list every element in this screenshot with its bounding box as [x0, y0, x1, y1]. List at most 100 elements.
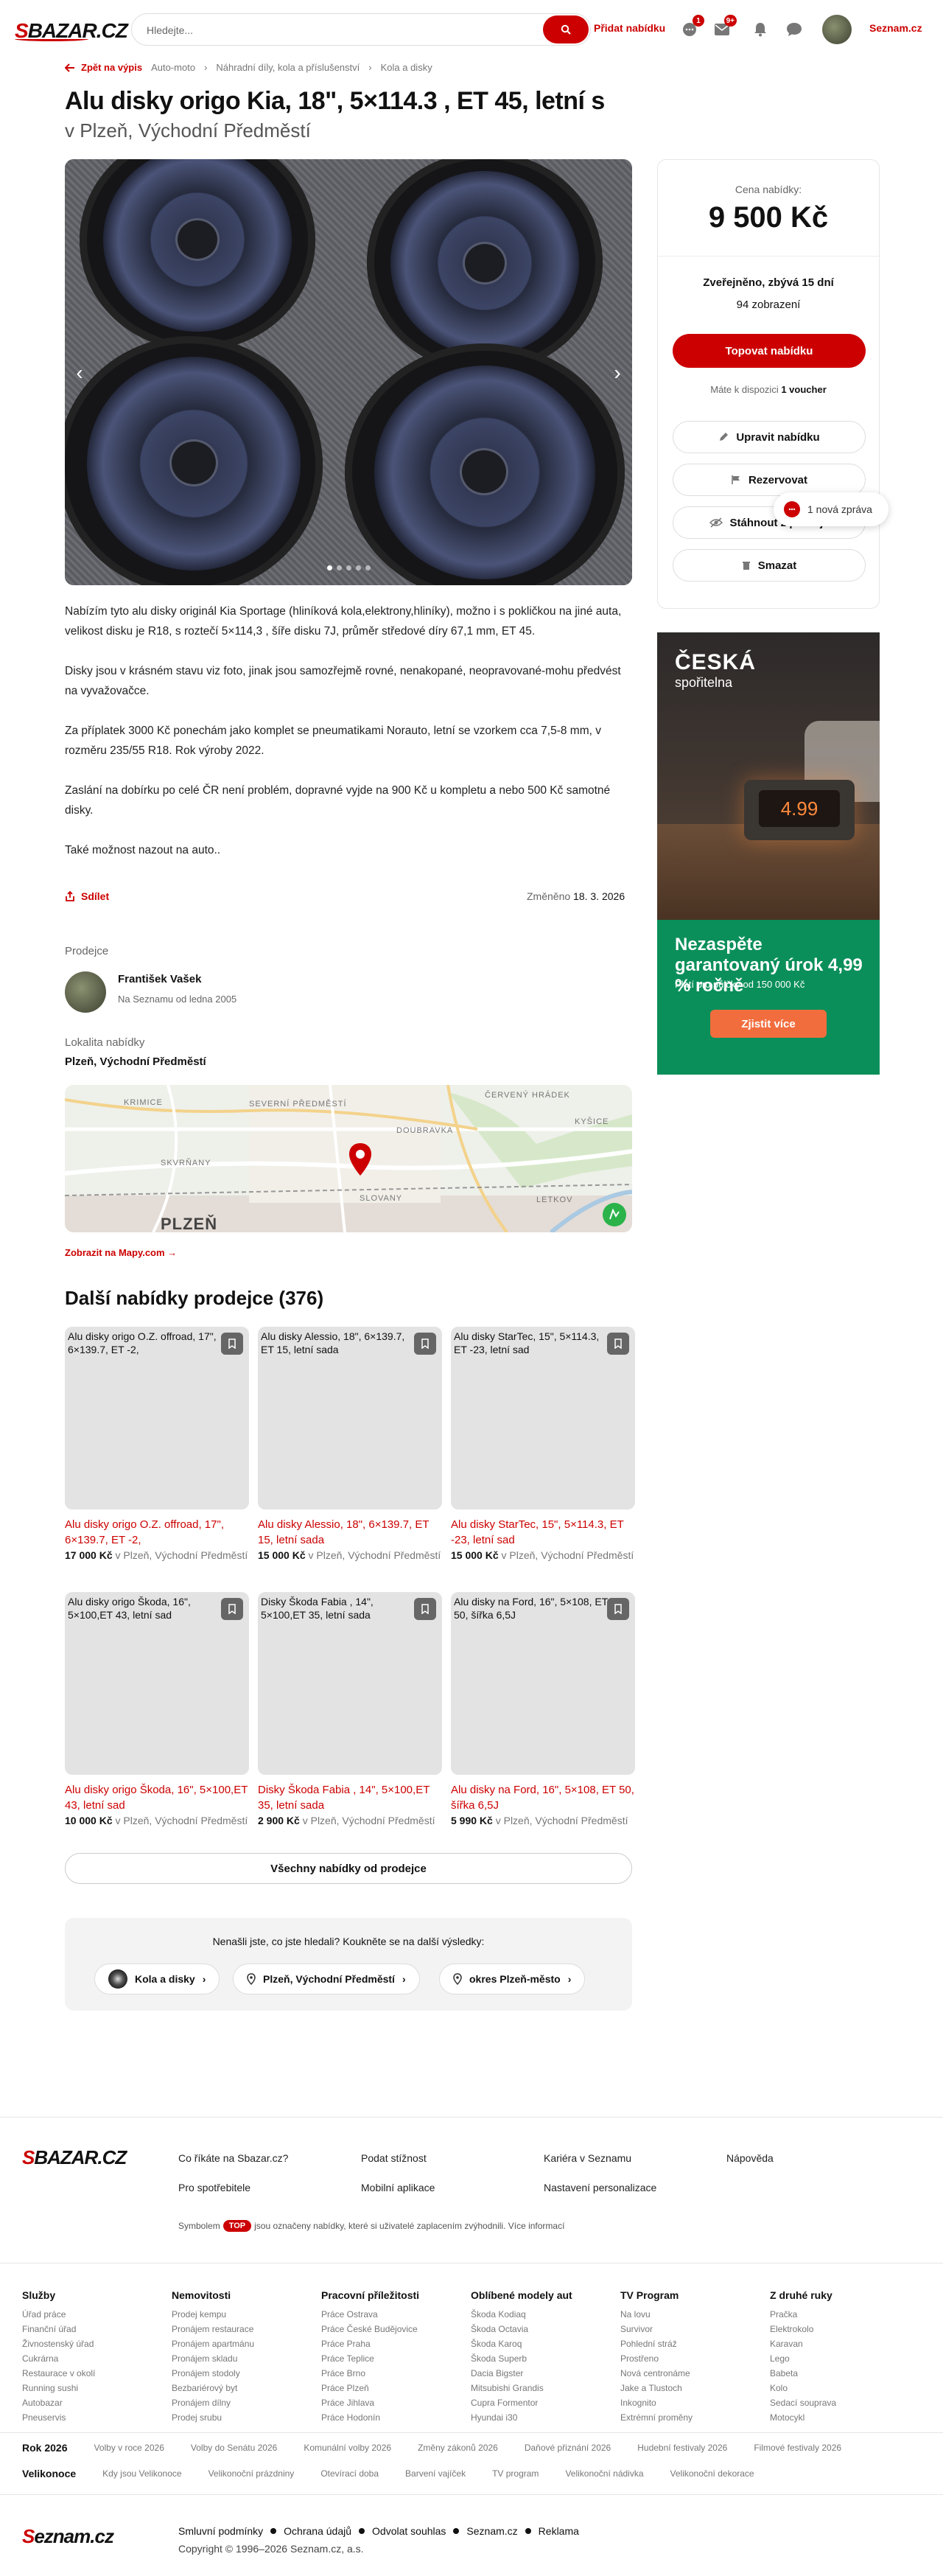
offer-card[interactable]: Alu disky Alessio, 18", 6×139.7, ET 15, …: [258, 1327, 442, 1563]
footer-column-link[interactable]: Škoda Karoq: [471, 2336, 611, 2351]
footer-link[interactable]: Mobilní aplikace: [361, 2182, 435, 2193]
footer-column-link[interactable]: Práce Teplice: [321, 2351, 461, 2366]
ads-button[interactable]: 1: [679, 15, 704, 40]
footer-column-link[interactable]: Práce Brno: [321, 2366, 461, 2381]
footer-column-link[interactable]: Práce Praha: [321, 2336, 461, 2351]
footer-column-link[interactable]: Hyundai i30: [471, 2410, 611, 2425]
footer-column-link[interactable]: Lego: [770, 2351, 910, 2366]
footer-column-link[interactable]: Škoda Octavia: [471, 2322, 611, 2336]
footer-sbazar-logo[interactable]: SBAZAR.CZ: [22, 2146, 127, 2169]
gallery-next-button[interactable]: ›: [603, 351, 632, 395]
mapy-logo[interactable]: [603, 1203, 626, 1226]
footer-column-link[interactable]: Inkognito: [620, 2395, 760, 2410]
back-to-list-link[interactable]: Zpět na výpis: [65, 62, 142, 73]
footer-column-link[interactable]: Cukrárna: [22, 2351, 162, 2366]
footer-column-link[interactable]: Pohlední stráž: [620, 2336, 760, 2351]
footer-column-link[interactable]: Pronájem dílny: [172, 2395, 312, 2410]
gallery-prev-button[interactable]: ‹: [65, 351, 94, 395]
mail-button[interactable]: 9+: [712, 15, 737, 40]
all-offers-button[interactable]: Všechny nabídky od prodejce: [65, 1853, 632, 1884]
edit-button[interactable]: Upravit nabídku: [673, 421, 866, 453]
footer-column-link[interactable]: Cupra Formentor: [471, 2395, 611, 2410]
promote-button[interactable]: Topovat nabídku: [673, 334, 866, 368]
footer-column-link[interactable]: Práce Jihlava: [321, 2395, 461, 2410]
share-button[interactable]: Sdílet: [65, 890, 109, 902]
footer-column-link[interactable]: Dacia Bigster: [471, 2366, 611, 2381]
footer-column-link[interactable]: Práce Ostrava: [321, 2307, 461, 2322]
footer-column-link[interactable]: Kolo: [770, 2381, 910, 2395]
user-avatar[interactable]: [822, 15, 852, 44]
breadcrumb-item[interactable]: Auto-moto: [151, 62, 195, 73]
footer-column-link[interactable]: Restaurace v okolí: [22, 2366, 162, 2381]
footer-column-link[interactable]: Škoda Kodiaq: [471, 2307, 611, 2322]
footer-link[interactable]: Pro spotřebitele: [178, 2182, 250, 2193]
photo-gallery[interactable]: ‹ ›: [65, 159, 632, 585]
year-row-link[interactable]: Změny zákonů 2026: [418, 2443, 498, 2453]
bookmark-button[interactable]: [221, 1598, 243, 1620]
footer-column-link[interactable]: Na lovu: [620, 2307, 760, 2322]
legal-link[interactable]: Seznam.cz: [466, 2525, 517, 2537]
bookmark-button[interactable]: [607, 1333, 629, 1355]
footer-column-link[interactable]: Pronájem stodoly: [172, 2366, 312, 2381]
legal-link[interactable]: Reklama: [539, 2525, 579, 2537]
offer-card[interactable]: Alu disky na Ford, 16", 5×108, ET 50, ší…: [451, 1592, 635, 1829]
footer-column-link[interactable]: Babeta: [770, 2366, 910, 2381]
year-row-link[interactable]: Volby v roce 2026: [94, 2443, 164, 2453]
reserve-button[interactable]: Rezervovat: [673, 464, 866, 496]
footer-column-link[interactable]: Pneuservis: [22, 2410, 162, 2425]
footer-column-link[interactable]: Bezbariérový byt: [172, 2381, 312, 2395]
gallery-dot[interactable]: [336, 565, 342, 570]
breadcrumb-item[interactable]: Náhradní díly, kola a příslušenství: [216, 62, 360, 73]
easter-row-link[interactable]: Velikonoční nádivka: [565, 2468, 643, 2479]
year-row-link[interactable]: Hudební festivaly 2026: [637, 2443, 727, 2453]
legal-link[interactable]: Ochrana údajů: [284, 2525, 351, 2537]
footer-column-link[interactable]: Práce Hodonín: [321, 2410, 461, 2425]
easter-row-link[interactable]: Velikonoční dekorace: [670, 2468, 754, 2479]
easter-row-link[interactable]: Velikonoční prázdniny: [208, 2468, 295, 2479]
bookmark-button[interactable]: [414, 1598, 436, 1620]
seznam-link[interactable]: Seznam.cz: [869, 22, 922, 34]
ad-cta-button[interactable]: Zjistit více: [710, 1010, 827, 1038]
footer-column-link[interactable]: Running sushi: [22, 2381, 162, 2395]
notifications-button[interactable]: [750, 19, 771, 40]
footer-link[interactable]: Kariéra v Seznamu: [544, 2152, 631, 2164]
breadcrumb-item[interactable]: Kola a disky: [381, 62, 432, 73]
footer-column-link[interactable]: Prostřeno: [620, 2351, 760, 2366]
show-on-map-link[interactable]: Zobrazit na Mapy.com →: [65, 1247, 177, 1258]
footer-column-link[interactable]: Karavan: [770, 2336, 910, 2351]
easter-row-link[interactable]: Barvení vajíček: [405, 2468, 466, 2479]
chip-category[interactable]: Kola a disky ›: [94, 1964, 220, 1994]
bookmark-button[interactable]: [607, 1598, 629, 1620]
year-row-link[interactable]: Daňové přiznání 2026: [525, 2443, 611, 2453]
footer-column-link[interactable]: Jake a Tlustoch: [620, 2381, 760, 2395]
footer-column-link[interactable]: Finanční úřad: [22, 2322, 162, 2336]
gallery-dot[interactable]: [355, 565, 361, 570]
footer-column-link[interactable]: Elektrokolo: [770, 2322, 910, 2336]
offer-card[interactable]: Alu disky origo Škoda, 16", 5×100,ET 43,…: [65, 1592, 249, 1829]
year-row-link[interactable]: Komunální volby 2026: [304, 2443, 391, 2453]
easter-row-link[interactable]: TV program: [492, 2468, 539, 2479]
footer-link[interactable]: Nastavení personalizace: [544, 2182, 656, 2193]
offer-card[interactable]: Alu disky StarTec, 15", 5×114.3, ET -23,…: [451, 1327, 635, 1563]
new-message-pill[interactable]: 1 nová zpráva: [774, 492, 888, 526]
footer-column-link[interactable]: Prodej srubu: [172, 2410, 312, 2425]
gallery-dot[interactable]: [365, 565, 371, 570]
gallery-dot[interactable]: [326, 565, 332, 570]
bookmark-button[interactable]: [414, 1333, 436, 1355]
seller-name[interactable]: František Vašek: [118, 973, 201, 985]
footer-column-link[interactable]: Úřad práce: [22, 2307, 162, 2322]
messages-button[interactable]: [784, 19, 804, 40]
easter-row-link[interactable]: Kdy jsou Velikonoce: [102, 2468, 181, 2479]
footer-column-link[interactable]: Pronájem apartmánu: [172, 2336, 312, 2351]
footer-column-link[interactable]: Pronájem skladu: [172, 2351, 312, 2366]
location-map[interactable]: KRIMICE SEVERNÍ PŘEDMĚSTÍ ČERVENÝ HRÁDEK KY…: [65, 1085, 632, 1232]
search-button[interactable]: [543, 15, 589, 43]
legal-link[interactable]: Smluvní podmínky: [178, 2525, 263, 2537]
footer-column-link[interactable]: Survivor: [620, 2322, 760, 2336]
easter-row-link[interactable]: Otevírací doba: [320, 2468, 379, 2479]
footer-column-link[interactable]: Motocykl: [770, 2410, 910, 2425]
footer-column-link[interactable]: Mitsubishi Grandis: [471, 2381, 611, 2395]
footer-column-link[interactable]: Prodej kempu: [172, 2307, 312, 2322]
footer-column-link[interactable]: Nová centronáme: [620, 2366, 760, 2381]
bookmark-button[interactable]: [221, 1333, 243, 1355]
